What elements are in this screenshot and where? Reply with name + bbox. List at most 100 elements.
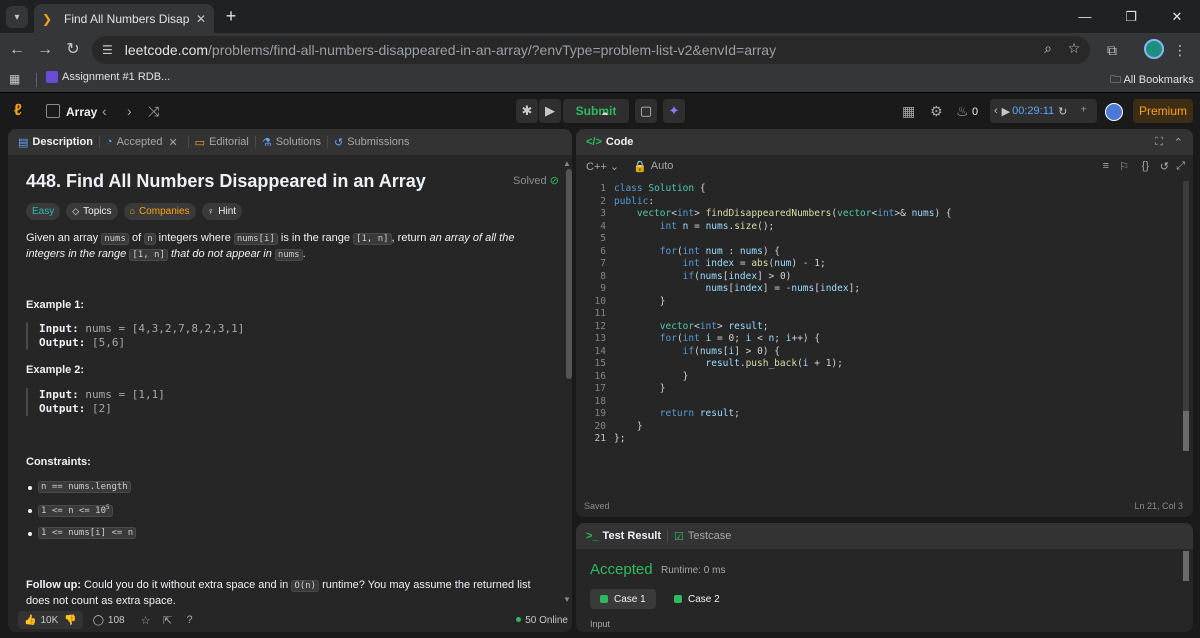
- address-bar[interactable]: ☰ leetcode.com/problems/find-all-numbers…: [92, 36, 1090, 64]
- tab-description[interactable]: ▤ Description: [18, 136, 93, 149]
- problem-list-icon[interactable]: [46, 104, 60, 118]
- tab-editorial-label: Editorial: [209, 136, 249, 148]
- help-icon[interactable]: ?: [179, 614, 201, 626]
- scroll-down-icon[interactable]: ▼: [563, 595, 571, 604]
- tab-testcase-label: Testcase: [687, 530, 732, 542]
- close-window-button[interactable]: ✕: [1154, 0, 1200, 33]
- lock-icon: 🔒: [633, 160, 647, 173]
- collapse-icon[interactable]: ⌃: [1174, 136, 1183, 149]
- case-1-tab[interactable]: Case 1: [590, 589, 656, 609]
- description-tabs: ▤ Description ◔ Accepted ✕ ▭ Editorial ⚗ Sol…: [8, 129, 572, 155]
- result-scrollbar[interactable]: [1183, 551, 1189, 581]
- bookmark-item[interactable]: Assignment #1 RDB...: [46, 71, 170, 83]
- tab-submissions[interactable]: ↺ Submissions: [334, 136, 410, 149]
- case-1-label: Case 1: [614, 593, 646, 605]
- add-friend-icon[interactable]: ⁺: [1080, 103, 1087, 119]
- tab-code[interactable]: </> Code: [586, 136, 633, 148]
- browser-tab[interactable]: ❯ Find All Numbers Disappeared ✕: [34, 4, 214, 33]
- notes-icon[interactable]: ▢: [635, 99, 657, 123]
- hint-tag[interactable]: ♀ Hint: [201, 203, 243, 220]
- topics-tag[interactable]: ◇ Topics: [66, 203, 118, 220]
- language-select[interactable]: C++ ⌄: [586, 160, 619, 173]
- close-icon[interactable]: ✕: [168, 136, 177, 149]
- problem-title[interactable]: 448. Find All Numbers Disappeared in an …: [26, 171, 426, 192]
- reset-icon[interactable]: ↺: [1160, 160, 1169, 173]
- verdict: Accepted: [590, 561, 653, 578]
- ai-sparkle-icon[interactable]: ✦: [663, 99, 685, 123]
- scroll-up-icon[interactable]: ▲: [563, 159, 571, 168]
- leetcode-favicon-icon: ❯: [42, 11, 53, 26]
- code-editor[interactable]: 1 class Solution { 2 public: 3 vector<int>…: [576, 181, 1193, 451]
- favorite-star-icon[interactable]: ☆: [135, 614, 157, 627]
- all-bookmarks-button[interactable]: 🗀 All Bookmarks: [1110, 71, 1194, 90]
- leetcode-logo-icon[interactable]: ℓ: [14, 102, 32, 120]
- next-problem-icon[interactable]: ›: [127, 103, 132, 119]
- prev-problem-icon[interactable]: ‹: [102, 103, 107, 119]
- back-arrow-icon[interactable]: ←: [6, 39, 28, 61]
- browser-menu-icon[interactable]: ⋮: [1168, 38, 1192, 62]
- bookmark-star-icon[interactable]: ☆: [1062, 36, 1086, 60]
- input-label: Input: [590, 619, 611, 629]
- forward-arrow-icon[interactable]: →: [34, 39, 56, 61]
- example1-heading: Example 1:: [26, 299, 85, 311]
- user-avatar[interactable]: [1105, 103, 1123, 121]
- follow-up-code: O(n): [291, 580, 320, 592]
- extensions-icon[interactable]: ⧉: [1100, 38, 1124, 62]
- like-button[interactable]: 👍 10K 👎: [18, 611, 83, 629]
- comments-button[interactable]: ◯ 108: [87, 611, 131, 629]
- minimize-window-button[interactable]: —: [1062, 0, 1108, 33]
- problem-list-title[interactable]: Array: [66, 105, 97, 119]
- tab-search-button[interactable]: ▾: [6, 6, 28, 28]
- run-icon[interactable]: ▶: [539, 99, 561, 123]
- tab-solutions[interactable]: ⚗ Solutions: [262, 136, 321, 149]
- problem-tags: Easy ◇ Topics ⌂ Companies ♀ Hint: [26, 203, 243, 220]
- reset-timer-icon[interactable]: ↻: [1054, 105, 1071, 118]
- submit-button[interactable]: ☁ Submit: [563, 99, 629, 123]
- tab-testcase[interactable]: ☑ Testcase: [674, 530, 731, 543]
- url-host: leetcode.com: [124, 42, 209, 58]
- play-icon[interactable]: ▶: [1002, 105, 1010, 118]
- close-tab-icon[interactable]: ✕: [196, 12, 206, 26]
- expand-icon[interactable]: ⤢: [1176, 160, 1185, 173]
- restore-window-button[interactable]: ❐: [1108, 0, 1154, 33]
- tab-accepted[interactable]: ◔ Accepted ✕: [106, 136, 182, 149]
- difficulty-badge: Easy: [26, 203, 61, 220]
- editor-scrollbar-thumb[interactable]: [1183, 411, 1189, 451]
- apps-grid-icon[interactable]: ▦: [9, 72, 20, 86]
- hint-label: Hint: [218, 206, 237, 217]
- editor-scrollbar-track[interactable]: [1183, 181, 1189, 441]
- premium-button[interactable]: Premium: [1133, 99, 1193, 123]
- shuffle-icon[interactable]: ⤨: [148, 103, 159, 119]
- form-icon: [46, 71, 58, 83]
- tab-code-label: Code: [605, 136, 634, 148]
- zoom-icon[interactable]: ⌕: [1036, 36, 1060, 60]
- like-count: 10K: [40, 614, 59, 626]
- tab-description-label: Description: [32, 136, 93, 148]
- streak-flame-icon[interactable]: ♨: [956, 103, 969, 119]
- reload-icon[interactable]: ↻: [62, 39, 84, 61]
- new-tab-button[interactable]: +: [221, 6, 241, 26]
- tab-editorial[interactable]: ▭ Editorial: [195, 136, 249, 149]
- layout-icon[interactable]: ▦: [902, 103, 915, 119]
- format-icon[interactable]: ≡: [1103, 160, 1109, 172]
- bookmarks-bar: ▦ Assignment #1 RDB... 🗀 All Bookmarks: [0, 66, 1200, 93]
- settings-gear-icon[interactable]: ⚙: [930, 103, 943, 119]
- braces-icon[interactable]: {}: [1142, 160, 1149, 172]
- site-info-icon[interactable]: ☰: [102, 43, 113, 57]
- debug-icon[interactable]: ✱: [516, 99, 538, 123]
- companies-tag[interactable]: ⌂ Companies: [123, 203, 196, 220]
- tab-test-result[interactable]: >_ Test Result: [586, 530, 661, 542]
- auto-mode[interactable]: Auto: [651, 160, 674, 172]
- case-2-tab[interactable]: Case 2: [664, 589, 730, 609]
- description-scrollbar[interactable]: [566, 169, 572, 379]
- bookmark-icon[interactable]: ⚐: [1119, 160, 1129, 173]
- chevron-left-icon[interactable]: ‹: [990, 105, 1002, 117]
- comment-icon: ◯: [92, 614, 104, 626]
- profile-avatar[interactable]: [1144, 39, 1164, 59]
- thumbs-up-icon: 👍: [24, 614, 37, 626]
- share-icon[interactable]: ⇱: [157, 614, 179, 627]
- thumbs-down-icon[interactable]: 👎: [64, 615, 76, 626]
- maximize-icon[interactable]: ⛶: [1155, 136, 1163, 149]
- test-result-panel: >_ Test Result ☑ Testcase Accepted Runtime…: [576, 523, 1193, 632]
- cursor-position: Ln 21, Col 3: [1134, 501, 1183, 511]
